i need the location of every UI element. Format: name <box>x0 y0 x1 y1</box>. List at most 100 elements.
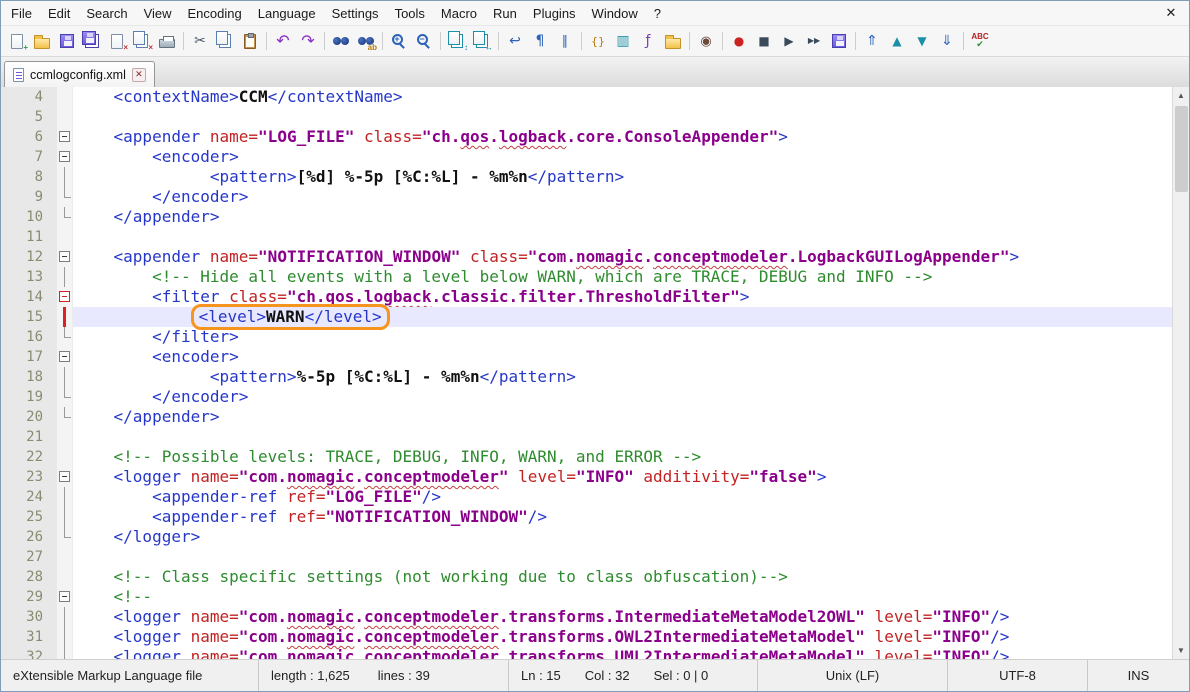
status-eol-format[interactable]: Unix (LF) <box>758 660 948 691</box>
code-line[interactable]: <appender name="LOG_FILE" class="ch.qos.… <box>73 127 1172 147</box>
document-tab[interactable]: ccmlogconfig.xml ✕ <box>4 61 155 87</box>
spell-check-icon[interactable]: ABC✔ <box>968 29 992 53</box>
fold-marker[interactable] <box>59 471 70 482</box>
scroll-up-button[interactable]: ▲ <box>1173 87 1189 104</box>
sync-horizontal-scroll-icon[interactable]: ↔ <box>470 29 494 53</box>
line-number[interactable]: 7 <box>1 147 57 167</box>
sync-vertical-scroll-icon[interactable]: ↕ <box>445 29 469 53</box>
code-line[interactable]: <logger name="com.nomagic.conceptmodeler… <box>73 647 1172 659</box>
line-number[interactable]: 5 <box>1 107 57 127</box>
scroll-down-button[interactable]: ▼ <box>1173 642 1189 659</box>
cut-icon[interactable]: ✂ <box>188 29 212 53</box>
menu-item-help[interactable]: ? <box>646 3 669 24</box>
menu-item-edit[interactable]: Edit <box>40 3 78 24</box>
word-wrap-icon[interactable]: ↩ <box>503 29 527 53</box>
line-number[interactable]: 9 <box>1 187 57 207</box>
first-difference-icon[interactable]: ⇑ <box>860 29 884 53</box>
line-number[interactable]: 18 <box>1 367 57 387</box>
next-difference-icon[interactable]: ▼ <box>910 29 934 53</box>
line-number[interactable]: 16 <box>1 327 57 347</box>
line-number[interactable]: 29 <box>1 587 57 607</box>
line-number[interactable]: 20 <box>1 407 57 427</box>
monitoring-icon[interactable]: ◉ <box>694 29 718 53</box>
menu-item-window[interactable]: Window <box>584 3 646 24</box>
status-insert-mode[interactable]: INS <box>1088 660 1189 691</box>
undo-icon[interactable]: ↶ <box>271 29 295 53</box>
copy-icon[interactable] <box>213 29 237 53</box>
code-line[interactable]: <!-- <box>73 587 1172 607</box>
vertical-scrollbar[interactable]: ▲ ▼ <box>1172 87 1189 659</box>
line-number[interactable]: 31 <box>1 627 57 647</box>
code-line[interactable]: <!-- Possible levels: TRACE, DEBUG, INFO… <box>73 447 1172 467</box>
zoom-in-icon[interactable]: + <box>387 29 411 53</box>
line-number[interactable]: 25 <box>1 507 57 527</box>
code-line[interactable]: <appender-ref ref="NOTIFICATION_WINDOW"/… <box>73 507 1172 527</box>
line-number[interactable]: 17 <box>1 347 57 367</box>
code-line[interactable] <box>73 547 1172 567</box>
open-folder-icon[interactable] <box>30 29 54 53</box>
scrollbar-track[interactable] <box>1173 104 1189 642</box>
current-code-line[interactable]: <level>WARN</level> <box>73 307 1172 327</box>
code-line[interactable]: <appender name="NOTIFICATION_WINDOW" cla… <box>73 247 1172 267</box>
line-number[interactable]: 22 <box>1 447 57 467</box>
fold-marker[interactable] <box>59 251 70 262</box>
code-line[interactable]: <encoder> <box>73 147 1172 167</box>
menu-item-plugins[interactable]: Plugins <box>525 3 584 24</box>
code-editor[interactable]: 4 <contextName>CCM</contextName> 56 <appe… <box>1 87 1172 659</box>
fold-marker[interactable] <box>59 591 70 602</box>
record-macro-icon[interactable]: ● <box>727 29 751 53</box>
menu-item-run[interactable]: Run <box>485 3 525 24</box>
show-all-characters-icon[interactable]: ¶ <box>528 29 552 53</box>
menu-item-language[interactable]: Language <box>250 3 324 24</box>
tab-close-button[interactable]: ✕ <box>132 68 146 82</box>
line-number[interactable]: 11 <box>1 227 57 247</box>
editor-area[interactable]: 4 <contextName>CCM</contextName> 56 <appe… <box>1 87 1189 659</box>
code-line[interactable] <box>73 227 1172 247</box>
line-number[interactable]: 30 <box>1 607 57 627</box>
indent-guide-icon[interactable]: ∥ <box>553 29 577 53</box>
play-macro-icon[interactable]: ▶ <box>777 29 801 53</box>
print-icon[interactable] <box>155 29 179 53</box>
save-macro-icon[interactable] <box>827 29 851 53</box>
code-line[interactable] <box>73 107 1172 127</box>
code-line[interactable]: <logger name="com.nomagic.conceptmodeler… <box>73 627 1172 647</box>
close-all-files-icon[interactable]: × <box>130 29 154 53</box>
code-line[interactable]: <contextName>CCM</contextName> <box>73 87 1172 107</box>
new-file-icon[interactable]: + <box>5 29 29 53</box>
line-number[interactable]: 6 <box>1 127 57 147</box>
zoom-out-icon[interactable]: − <box>412 29 436 53</box>
menu-item-tools[interactable]: Tools <box>387 3 433 24</box>
fold-marker[interactable] <box>59 151 70 162</box>
line-number[interactable]: 8 <box>1 167 57 187</box>
menu-item-view[interactable]: View <box>136 3 180 24</box>
code-line[interactable]: </appender> <box>73 407 1172 427</box>
function-list-icon[interactable]: ƒ <box>636 29 660 53</box>
status-encoding[interactable]: UTF-8 <box>948 660 1088 691</box>
menu-item-macro[interactable]: Macro <box>433 3 485 24</box>
replace-icon[interactable]: ab <box>354 29 378 53</box>
line-number[interactable]: 28 <box>1 567 57 587</box>
line-number[interactable]: 13 <box>1 267 57 287</box>
fold-marker[interactable] <box>59 131 70 142</box>
code-line[interactable]: </encoder> <box>73 387 1172 407</box>
document-map-icon[interactable]: ▥ <box>611 29 635 53</box>
define-language-icon[interactable]: {} <box>586 29 610 53</box>
line-number[interactable]: 12 <box>1 247 57 267</box>
menu-item-search[interactable]: Search <box>78 3 135 24</box>
code-line[interactable]: <pattern>%-5p [%C:%L] - %m%n</pattern> <box>73 367 1172 387</box>
status-cursor-position[interactable]: Ln : 15 Col : 32 Sel : 0 | 0 <box>509 660 758 691</box>
run-macro-multiple-times-icon[interactable]: ▶▶ <box>802 29 826 53</box>
stop-recording-icon[interactable]: ■ <box>752 29 776 53</box>
line-number[interactable]: 10 <box>1 207 57 227</box>
find-icon[interactable] <box>329 29 353 53</box>
save-icon[interactable] <box>55 29 79 53</box>
folder-as-workspace-icon[interactable] <box>661 29 685 53</box>
close-file-icon[interactable]: × <box>105 29 129 53</box>
code-line[interactable]: <appender-ref ref="LOG_FILE"/> <box>73 487 1172 507</box>
line-number[interactable]: 4 <box>1 87 57 107</box>
code-line[interactable]: <encoder> <box>73 347 1172 367</box>
code-line[interactable]: </logger> <box>73 527 1172 547</box>
line-number[interactable]: 21 <box>1 427 57 447</box>
code-line[interactable] <box>73 427 1172 447</box>
menu-item-file[interactable]: File <box>3 3 40 24</box>
